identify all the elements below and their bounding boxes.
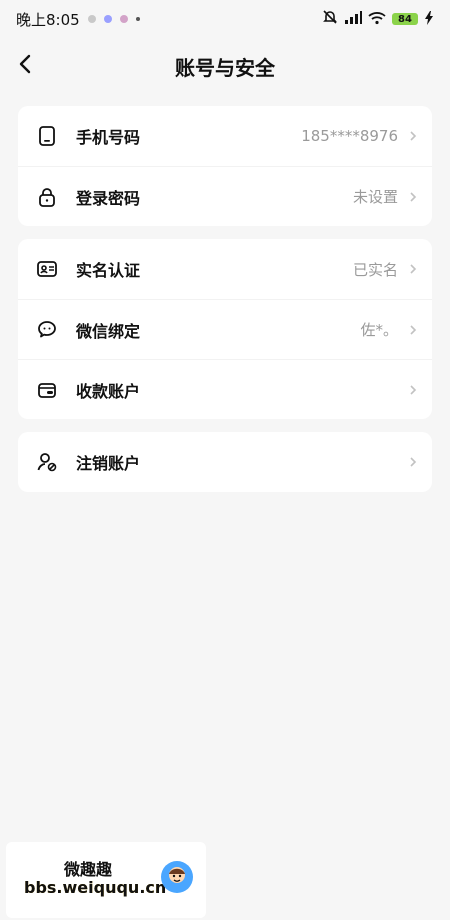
- phone-icon: [34, 123, 60, 149]
- deactivate-account-label: 注销账户: [76, 454, 141, 473]
- status-left: 晚上8:05: [16, 9, 140, 30]
- wechat-icon: [34, 317, 60, 343]
- row-real-name[interactable]: 实名认证 已实名: [18, 239, 432, 299]
- row-login-password[interactable]: 登录密码 未设置: [18, 166, 432, 226]
- real-name-value: 已实名: [352, 260, 398, 279]
- login-password-label: 登录密码: [76, 188, 141, 208]
- wechat-binding-label: 微信绑定: [76, 321, 141, 341]
- phone-number-label: 手机号码: [76, 128, 141, 147]
- chevron-right-icon: [408, 264, 418, 274]
- status-right: 84: [322, 9, 434, 29]
- battery-level: 84: [398, 13, 412, 25]
- page-title: 账号与安全: [175, 56, 275, 80]
- battery-indicator: 84: [392, 13, 418, 25]
- row-deactivate-account[interactable]: 注销账户: [18, 432, 432, 492]
- wechat-binding-value: 佐*。: [360, 321, 398, 339]
- lock-icon: [34, 184, 60, 210]
- login-password-value: 未设置: [352, 188, 398, 206]
- watermark-url: bbs.weiququ.cn: [24, 878, 167, 897]
- charging-icon: [424, 10, 434, 29]
- chevron-right-icon: [408, 384, 418, 395]
- account-card: 手机号码 185****8976 登录密码 未设置: [18, 106, 432, 226]
- notification-icon-1: [87, 15, 96, 23]
- real-name-label: 实名认证: [76, 261, 141, 280]
- status-time: 晚上8:05: [16, 10, 80, 29]
- status-bar: 晚上8:05 84: [0, 0, 450, 38]
- watermark: 微趣趣 bbs.weiququ.cn: [6, 842, 206, 918]
- deactivate-card: 注销账户: [18, 432, 432, 492]
- id-card-icon: [34, 256, 60, 282]
- row-payment-account[interactable]: 收款账户: [18, 359, 432, 419]
- phone-number-value: 185****8976: [301, 127, 398, 145]
- notification-icon-4: [135, 17, 140, 21]
- watermark-title: 微趣趣: [64, 860, 113, 879]
- row-phone-number[interactable]: 手机号码 185****8976: [18, 106, 432, 166]
- mascot-icon: [160, 860, 194, 894]
- notification-icon-3: [119, 15, 128, 23]
- navigation-bar: 账号与安全: [0, 42, 450, 90]
- wallet-icon: [34, 377, 60, 403]
- payment-account-label: 收款账户: [76, 381, 141, 401]
- row-wechat-binding[interactable]: 微信绑定 佐*。: [18, 299, 432, 359]
- mute-icon: [322, 9, 338, 29]
- verification-card: 实名认证 已实名 微信绑定 佐*。 收款账户: [18, 239, 432, 419]
- notification-icon-2: [103, 15, 112, 23]
- chevron-right-icon: [408, 324, 418, 335]
- user-remove-icon: [34, 449, 60, 475]
- signal-icon: [344, 10, 362, 29]
- wifi-icon: [368, 10, 386, 29]
- chevron-right-icon: [408, 457, 418, 467]
- chevron-right-icon: [408, 131, 418, 141]
- chevron-right-icon: [408, 191, 418, 202]
